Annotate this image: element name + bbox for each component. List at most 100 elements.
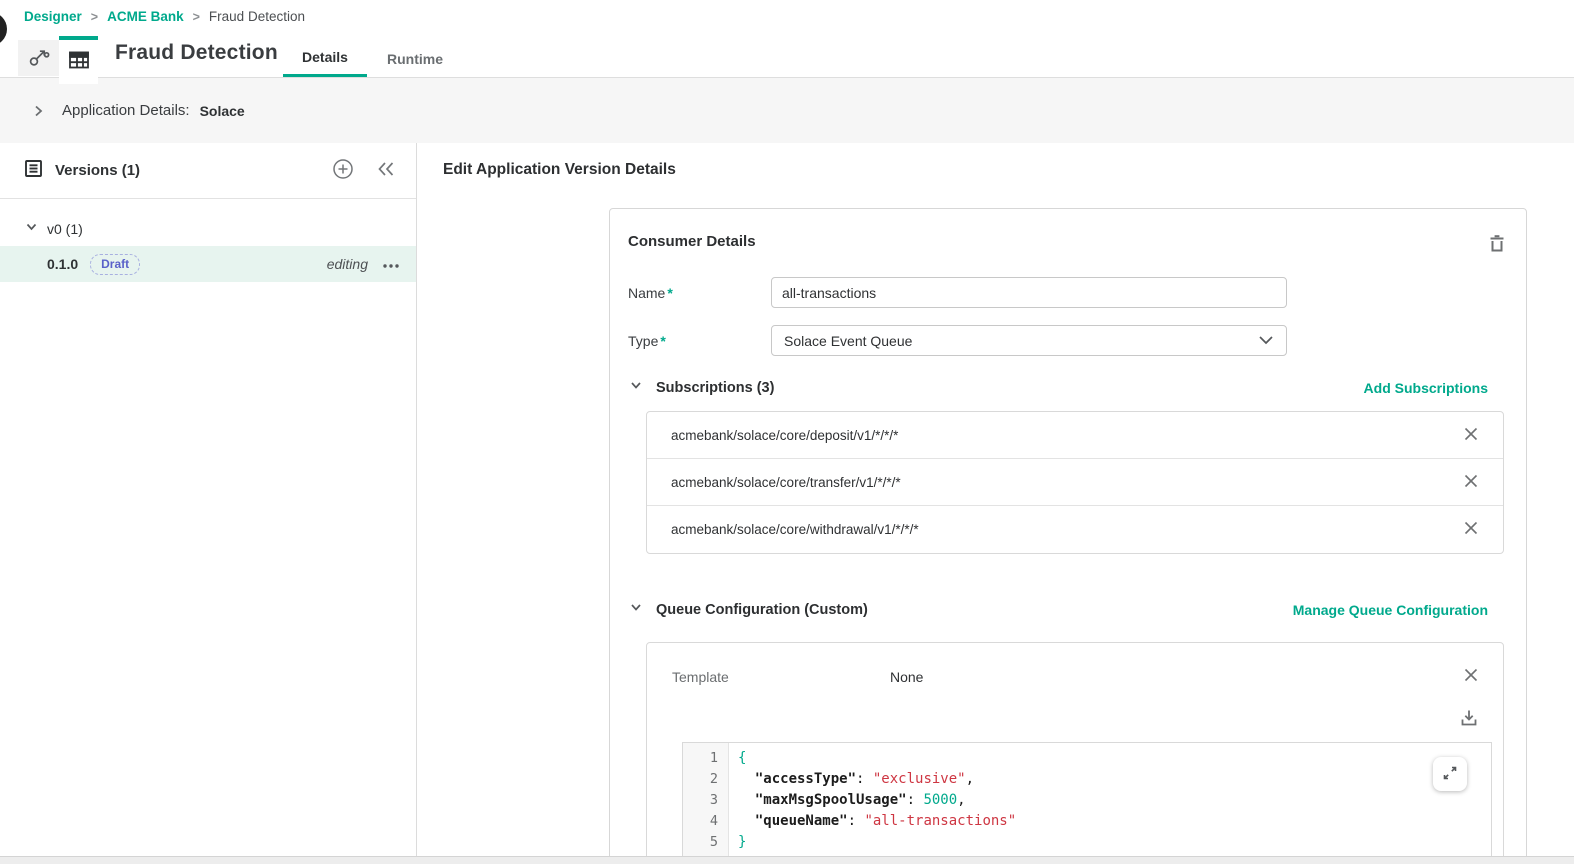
type-field-row: Type* Solace Event Queue xyxy=(628,325,1526,356)
page-title: Fraud Detection xyxy=(115,41,278,65)
download-config-button[interactable] xyxy=(1459,708,1479,731)
subscription-row: acmebank/solace/core/withdrawal/v1/*/*/* xyxy=(647,506,1503,553)
close-icon xyxy=(1463,520,1479,539)
line-number: 2 xyxy=(683,769,728,790)
name-input[interactable] xyxy=(771,277,1287,308)
subscription-topic: acmebank/solace/core/transfer/v1/*/*/* xyxy=(671,475,901,490)
application-details-bar[interactable]: Application Details: Solace xyxy=(0,77,1574,143)
remove-subscription-button[interactable] xyxy=(1463,520,1479,539)
collapse-panel-button[interactable] xyxy=(376,161,396,180)
edit-panel-heading: Edit Application Version Details xyxy=(443,161,676,179)
add-version-button[interactable] xyxy=(332,158,354,183)
double-chevron-left-icon xyxy=(376,161,396,180)
code-content[interactable]: { "accessType": "exclusive", "maxMsgSpoo… xyxy=(729,743,1491,856)
versions-header: Versions (1) xyxy=(0,143,416,199)
versions-icon xyxy=(24,159,43,183)
expand-editor-button[interactable] xyxy=(1433,757,1467,791)
trash-icon xyxy=(1488,233,1506,256)
chevron-right-icon[interactable] xyxy=(31,104,45,118)
code-line[interactable]: { xyxy=(738,748,1491,769)
queue-config-section-header: Queue Configuration (Custom) Manage Queu… xyxy=(629,600,1488,619)
line-number: 1 xyxy=(683,748,728,769)
required-mark: * xyxy=(667,285,672,301)
version-number: 0.1.0 xyxy=(47,256,78,272)
breadcrumb-separator: > xyxy=(91,10,98,24)
chevron-down-icon xyxy=(25,220,38,238)
download-row xyxy=(647,686,1503,731)
download-icon xyxy=(1459,708,1479,731)
line-number: 4 xyxy=(683,811,728,832)
remove-subscription-button[interactable] xyxy=(1463,426,1479,445)
code-line[interactable]: "queueName": "all-transactions" xyxy=(738,811,1491,832)
bottom-edge-strip xyxy=(0,856,1574,864)
delete-consumer-button[interactable] xyxy=(1488,233,1506,256)
code-line[interactable]: "maxMsgSpoolUsage": 5000, xyxy=(738,790,1491,811)
tab-details[interactable]: Details xyxy=(283,40,367,77)
required-mark: * xyxy=(660,333,665,349)
queue-config-code-editor[interactable]: 12345 { "accessType": "exclusive", "maxM… xyxy=(682,742,1492,856)
breadcrumb-designer[interactable]: Designer xyxy=(24,9,82,24)
subscriptions-section-header: Subscriptions (3) Add Subscriptions xyxy=(629,378,1488,397)
content-area: Versions (1) xyxy=(0,143,1574,856)
template-label: Template xyxy=(672,669,890,685)
manage-queue-configuration-link[interactable]: Manage Queue Configuration xyxy=(1293,602,1488,618)
type-select-value: Solace Event Queue xyxy=(784,333,1258,349)
subscription-row: acmebank/solace/core/deposit/v1/*/*/* xyxy=(647,412,1503,459)
tab-list-view[interactable] xyxy=(59,36,98,84)
draft-status-badge: Draft xyxy=(90,254,140,275)
subscription-topic: acmebank/solace/core/withdrawal/v1/*/*/* xyxy=(671,522,919,537)
tab-topology-view[interactable] xyxy=(18,40,59,76)
subscriptions-title: Subscriptions (3) xyxy=(656,380,774,396)
remove-subscription-button[interactable] xyxy=(1463,473,1479,492)
app-root: Designer > ACME Bank > Fraud Detection xyxy=(0,0,1574,864)
version-group-label: v0 (1) xyxy=(47,221,83,237)
template-row: Template None xyxy=(647,643,1503,686)
subscription-topic: acmebank/solace/core/deposit/v1/*/*/* xyxy=(671,428,898,443)
close-icon xyxy=(1463,426,1479,445)
subscriptions-list: acmebank/solace/core/deposit/v1/*/*/* ac… xyxy=(646,411,1504,554)
close-icon xyxy=(1463,473,1479,492)
versions-title: Versions (1) xyxy=(55,162,332,179)
name-field-row: Name* xyxy=(628,277,1526,308)
template-value: None xyxy=(890,669,923,685)
consumer-card-title: Consumer Details xyxy=(628,233,1488,250)
breadcrumb-current: Fraud Detection xyxy=(209,9,305,24)
breadcrumb-separator: > xyxy=(193,10,200,24)
expand-icon xyxy=(1441,764,1459,785)
name-label: Name* xyxy=(628,285,771,301)
chevron-down-icon[interactable] xyxy=(629,600,643,619)
code-line-numbers: 12345 xyxy=(683,743,729,856)
type-select[interactable]: Solace Event Queue xyxy=(771,325,1287,356)
version-overflow-menu-button[interactable] xyxy=(382,257,400,272)
ellipsis-icon xyxy=(382,257,400,272)
queue-config-title: Queue Configuration (Custom) xyxy=(656,602,868,618)
breadcrumb-acme-bank[interactable]: ACME Bank xyxy=(107,9,184,24)
consumer-card: Consumer Details Name* xyxy=(609,208,1527,856)
plus-circle-icon xyxy=(332,158,354,183)
code-line[interactable]: "accessType": "exclusive", xyxy=(738,769,1491,790)
list-view-icon xyxy=(67,48,91,77)
application-details-value: Solace xyxy=(200,103,245,119)
add-subscriptions-link[interactable]: Add Subscriptions xyxy=(1364,380,1488,396)
consumer-card-header: Consumer Details xyxy=(610,209,1526,256)
remove-template-button[interactable] xyxy=(1463,667,1479,686)
close-icon xyxy=(1463,667,1479,686)
version-group-row[interactable]: v0 (1) xyxy=(0,215,416,243)
type-label: Type* xyxy=(628,333,771,349)
topology-icon xyxy=(27,44,51,73)
version-row-selected[interactable]: 0.1.0 Draft editing xyxy=(0,246,416,282)
edit-panel: Edit Application Version Details Consume… xyxy=(417,143,1574,856)
breadcrumb: Designer > ACME Bank > Fraud Detection xyxy=(24,9,305,24)
code-line[interactable]: } xyxy=(738,832,1491,853)
queue-config-box: Template None xyxy=(646,642,1504,856)
tab-runtime[interactable]: Runtime xyxy=(374,40,456,77)
subscription-row: acmebank/solace/core/transfer/v1/*/*/* xyxy=(647,459,1503,506)
editing-indicator: editing xyxy=(327,256,368,272)
chevron-down-icon[interactable] xyxy=(629,378,643,397)
line-number: 5 xyxy=(683,832,728,853)
edge-cutoff-button[interactable] xyxy=(0,12,7,46)
versions-sidebar: Versions (1) xyxy=(0,143,417,856)
application-details-label: Application Details: xyxy=(62,102,190,119)
line-number: 3 xyxy=(683,790,728,811)
chevron-down-icon xyxy=(1258,332,1274,350)
